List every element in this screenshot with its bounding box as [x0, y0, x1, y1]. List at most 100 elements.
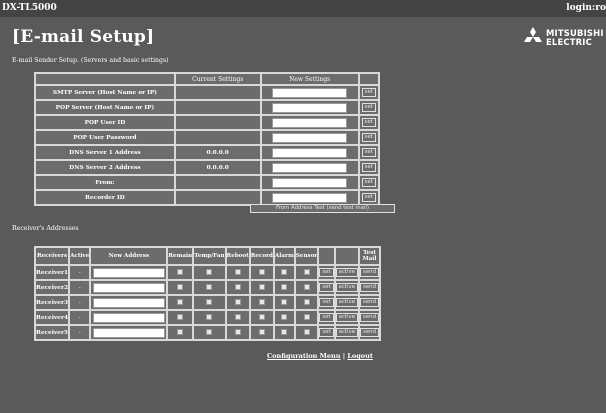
record-checkbox[interactable] — [258, 329, 265, 336]
pop-password-input[interactable] — [272, 132, 348, 143]
set-button[interactable]: set — [361, 103, 376, 112]
active-button[interactable]: active — [335, 268, 359, 277]
reboot-checkbox[interactable] — [234, 269, 241, 276]
set-button[interactable]: set — [319, 283, 334, 292]
logout-link[interactable]: Logout — [347, 352, 373, 360]
set-button[interactable]: set — [319, 313, 334, 322]
reboot-checkbox[interactable] — [234, 284, 241, 291]
table-row: Receiver1 - set active send — [36, 266, 379, 279]
record-checkbox[interactable] — [258, 284, 265, 291]
active-button[interactable]: active — [335, 328, 359, 337]
setting-label: DNS Server 1 Address — [36, 146, 174, 159]
table-row: Recorder ID set — [36, 191, 378, 204]
active-status: - — [70, 281, 90, 294]
alarm-checkbox[interactable] — [281, 314, 288, 321]
sensor-checkbox[interactable] — [303, 299, 310, 306]
table-row: Receiver3 - set active send — [36, 296, 379, 309]
send-button[interactable]: send — [360, 313, 379, 322]
set-button[interactable]: set — [361, 118, 376, 127]
table-row: SMTP Server (Host Name or IP) set — [36, 86, 378, 99]
pop-server-input[interactable] — [272, 102, 348, 113]
current-value — [175, 86, 260, 99]
remain-checkbox[interactable] — [177, 329, 184, 336]
remain-checkbox[interactable] — [177, 314, 184, 321]
receiver-address-input[interactable] — [92, 312, 165, 323]
receiver-name: Receiver5 — [36, 326, 69, 339]
active-status: - — [70, 326, 90, 339]
set-button[interactable]: set — [361, 148, 376, 157]
temp-fan-checkbox[interactable] — [206, 329, 213, 336]
reboot-checkbox[interactable] — [234, 299, 241, 306]
column-header-new-address: New Address — [91, 248, 167, 264]
sender-header-row: Current Settings New Settings — [36, 74, 378, 84]
current-value — [175, 176, 260, 189]
set-button[interactable]: set — [361, 178, 376, 187]
pop-user-id-input[interactable] — [272, 117, 348, 128]
receiver-name: Receiver1 — [36, 266, 69, 279]
setting-label: SMTP Server (Host Name or IP) — [36, 86, 174, 99]
footer-separator: | — [342, 352, 346, 360]
receiver-address-input[interactable] — [92, 282, 165, 293]
set-button[interactable]: set — [319, 298, 334, 307]
table-row: From: set — [36, 176, 378, 189]
dns1-input[interactable] — [272, 147, 348, 158]
footer-links: Configuration Menu | Logout — [267, 352, 373, 360]
sensor-checkbox[interactable] — [303, 314, 310, 321]
set-button[interactable]: set — [361, 163, 376, 172]
record-checkbox[interactable] — [258, 299, 265, 306]
set-button[interactable]: set — [361, 133, 376, 142]
column-header — [319, 248, 334, 264]
column-header — [359, 74, 378, 84]
recorder-id-input[interactable] — [272, 192, 348, 203]
column-header-remain: Remain — [168, 248, 193, 264]
send-button[interactable]: send — [360, 283, 379, 292]
reboot-checkbox[interactable] — [234, 314, 241, 321]
send-button[interactable]: send — [360, 298, 379, 307]
remain-checkbox[interactable] — [177, 284, 184, 291]
configuration-menu-link[interactable]: Configuration Menu — [267, 352, 340, 360]
alarm-checkbox[interactable] — [281, 329, 288, 336]
active-status: - — [70, 311, 90, 324]
alarm-checkbox[interactable] — [281, 269, 288, 276]
send-button[interactable]: send — [360, 328, 379, 337]
sensor-checkbox[interactable] — [303, 284, 310, 291]
reboot-checkbox[interactable] — [234, 329, 241, 336]
send-test-mail-button[interactable]: From Address Test (send test mail) — [250, 204, 395, 213]
alarm-checkbox[interactable] — [281, 284, 288, 291]
set-button[interactable]: set — [361, 193, 376, 202]
setting-label: Recorder ID — [36, 191, 174, 204]
set-button[interactable]: set — [319, 328, 334, 337]
dns2-input[interactable] — [272, 162, 348, 173]
smtp-server-input[interactable] — [272, 87, 348, 98]
receivers-header-row: Receivers Active New Address Remain Temp… — [36, 248, 379, 264]
receiver-name: Receiver3 — [36, 296, 69, 309]
column-header-test-mail: Test Mail — [360, 248, 379, 264]
active-button[interactable]: active — [335, 313, 359, 322]
receiver-name: Receiver2 — [36, 281, 69, 294]
from-address-input[interactable] — [272, 177, 348, 188]
receiver-address-input[interactable] — [92, 327, 165, 338]
record-checkbox[interactable] — [258, 269, 265, 276]
active-status: - — [70, 266, 90, 279]
set-button[interactable]: set — [319, 268, 334, 277]
remain-checkbox[interactable] — [177, 269, 184, 276]
temp-fan-checkbox[interactable] — [206, 269, 213, 276]
table-row: POP Server (Host Name or IP) set — [36, 101, 378, 114]
sensor-checkbox[interactable] — [303, 269, 310, 276]
table-row: Receiver2 - set active send — [36, 281, 379, 294]
active-button[interactable]: active — [335, 283, 359, 292]
receiver-address-input[interactable] — [92, 297, 165, 308]
sensor-checkbox[interactable] — [303, 329, 310, 336]
temp-fan-checkbox[interactable] — [206, 314, 213, 321]
record-checkbox[interactable] — [258, 314, 265, 321]
receiver-address-input[interactable] — [92, 267, 165, 278]
temp-fan-checkbox[interactable] — [206, 284, 213, 291]
alarm-checkbox[interactable] — [281, 299, 288, 306]
temp-fan-checkbox[interactable] — [206, 299, 213, 306]
remain-checkbox[interactable] — [177, 299, 184, 306]
table-row: Receiver5 - set active send — [36, 326, 379, 339]
active-status: - — [70, 296, 90, 309]
send-button[interactable]: send — [360, 268, 379, 277]
active-button[interactable]: active — [335, 298, 359, 307]
set-button[interactable]: set — [361, 88, 376, 97]
